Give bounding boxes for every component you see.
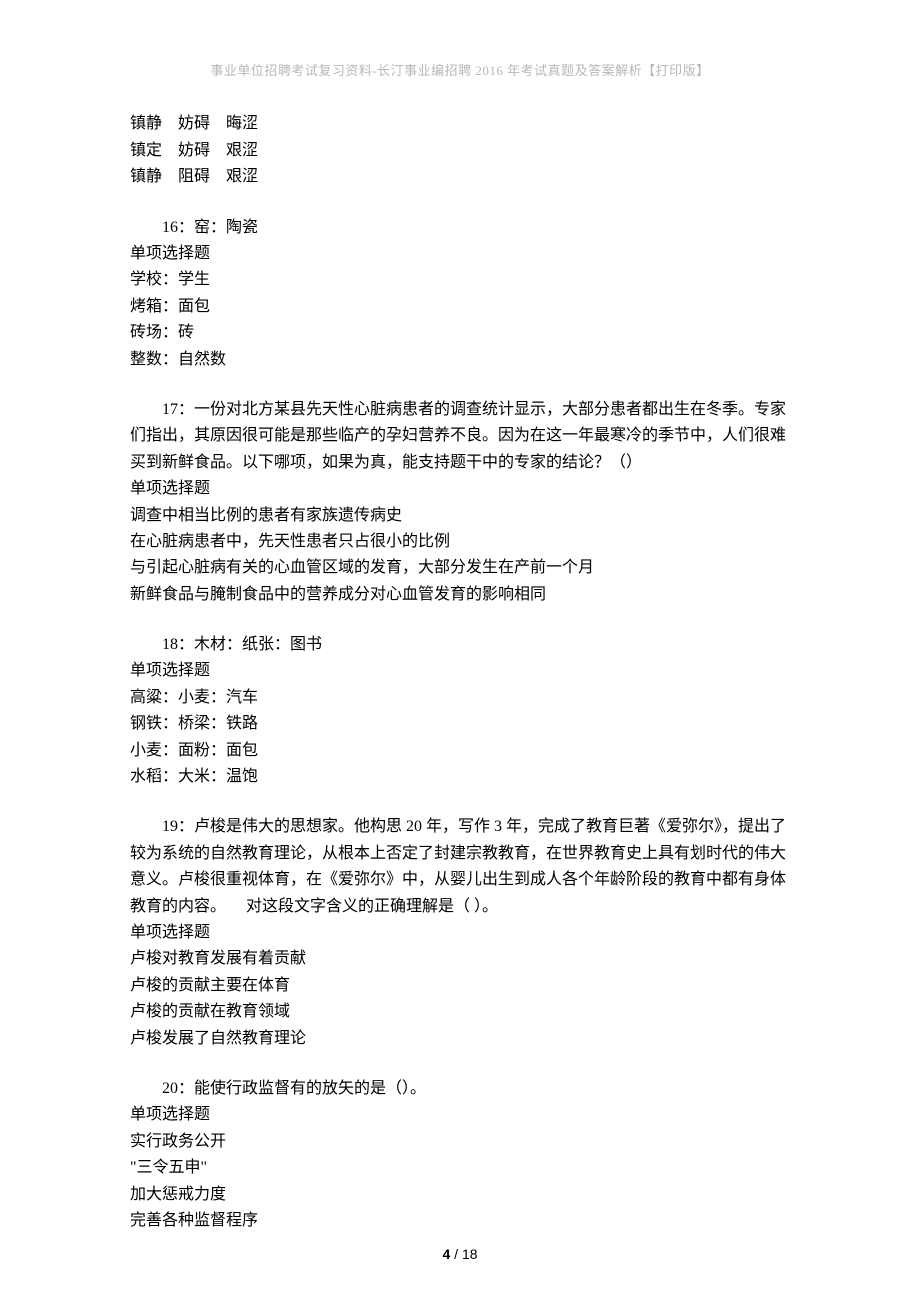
question-18: 18：木材：纸张：图书 单项选择题 高粱：小麦：汽车 钢铁：桥梁：铁路 小麦：面… (130, 632, 790, 790)
option-line: 在心脏病患者中，先天性患者只占很小的比例 (130, 529, 790, 555)
page-number: 4 / 18 (0, 1246, 920, 1262)
option-line: 与引起心脏病有关的心血管区域的发育，大部分发生在产前一个月 (130, 555, 790, 581)
question-type: 单项选择题 (130, 476, 790, 502)
option-line: 钢铁：桥梁：铁路 (130, 711, 790, 737)
option-line: 加大惩戒力度 (130, 1182, 790, 1208)
question-type: 单项选择题 (130, 1102, 790, 1128)
question-type: 单项选择题 (130, 241, 790, 267)
option-line: "三令五申" (130, 1155, 790, 1181)
option-line: 实行政务公开 (130, 1129, 790, 1155)
option-line: 新鲜食品与腌制食品中的营养成分对心血管发育的影响相同 (130, 582, 790, 608)
option-line: 水稻：大米：温饱 (130, 764, 790, 790)
option-line: 烤箱：面包 (130, 294, 790, 320)
question-20: 20：能使行政监督有的放矢的是（）。 单项选择题 实行政务公开 "三令五申" 加… (130, 1076, 790, 1234)
page-header: 事业单位招聘考试复习资料-长汀事业编招聘 2016 年考试真题及答案解析【打印版… (130, 60, 790, 81)
option-line: 卢梭的贡献在教育领域 (130, 999, 790, 1025)
option-line: 卢梭的贡献主要在体育 (130, 973, 790, 999)
option-line: 砖场：砖 (130, 320, 790, 346)
question-type: 单项选择题 (130, 658, 790, 684)
option-line: 镇静 阻碍 艰涩 (130, 164, 790, 190)
question-title: 18：木材：纸张：图书 (130, 632, 790, 658)
question-16: 16：窑：陶瓷 单项选择题 学校：学生 烤箱：面包 砖场：砖 整数：自然数 (130, 215, 790, 373)
option-line: 卢梭发展了自然教育理论 (130, 1026, 790, 1052)
option-line: 镇定 妨碍 艰涩 (130, 138, 790, 164)
page-total: 18 (462, 1246, 478, 1262)
question-title: 16：窑：陶瓷 (130, 215, 790, 241)
option-line: 整数：自然数 (130, 347, 790, 373)
question-15-tail: 镇静 妨碍 晦涩 镇定 妨碍 艰涩 镇静 阻碍 艰涩 (130, 111, 790, 190)
page-content: 事业单位招聘考试复习资料-长汀事业编招聘 2016 年考试真题及答案解析【打印版… (0, 0, 920, 1298)
question-17: 17：一份对北方某县先天性心脏病患者的调查统计显示，大部分患者都出生在冬季。专家… (130, 397, 790, 608)
option-line: 镇静 妨碍 晦涩 (130, 111, 790, 137)
question-title: 19：卢梭是伟大的思想家。他构思 20 年，写作 3 年，完成了教育巨著《爱弥尔… (130, 814, 790, 920)
option-line: 调查中相当比例的患者有家族遗传病史 (130, 503, 790, 529)
option-line: 卢梭对教育发展有着贡献 (130, 946, 790, 972)
page-sep: / (450, 1246, 462, 1262)
option-line: 完善各种监督程序 (130, 1208, 790, 1234)
option-line: 小麦：面粉：面包 (130, 738, 790, 764)
option-line: 高粱：小麦：汽车 (130, 685, 790, 711)
option-line: 学校：学生 (130, 267, 790, 293)
question-title: 20：能使行政监督有的放矢的是（）。 (130, 1076, 790, 1102)
question-type: 单项选择题 (130, 920, 790, 946)
question-title: 17：一份对北方某县先天性心脏病患者的调查统计显示，大部分患者都出生在冬季。专家… (130, 397, 790, 476)
question-19: 19：卢梭是伟大的思想家。他构思 20 年，写作 3 年，完成了教育巨著《爱弥尔… (130, 814, 790, 1052)
